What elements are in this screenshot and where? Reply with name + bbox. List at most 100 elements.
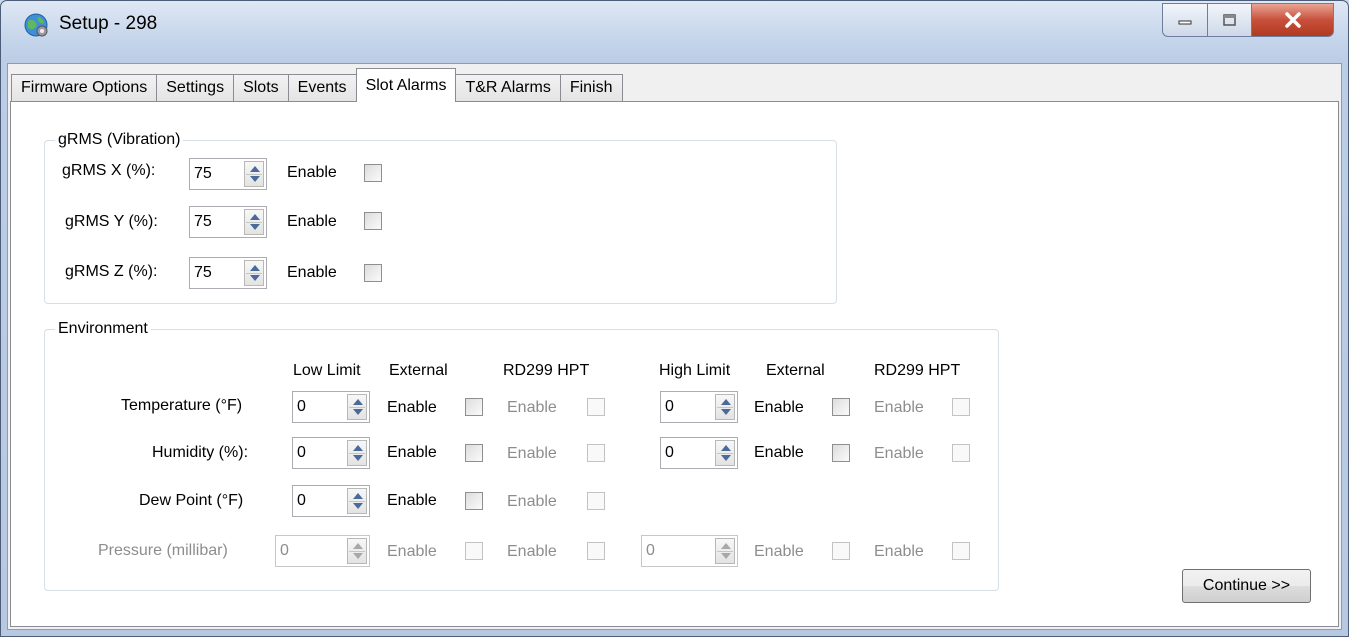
dew-point-low-spin-buttons[interactable] [347, 488, 367, 514]
grms-x-enable-label: Enable [287, 164, 337, 181]
humidity-rd299-low-checkbox[interactable] [587, 444, 605, 462]
grms-group: gRMS (Vibration) [44, 131, 837, 304]
tab-slot-alarms[interactable]: Slot Alarms [355, 68, 457, 102]
humidity-rd299-high-enable-label: Enable [874, 445, 924, 462]
humidity-rd299-low-enable-label: Enable [507, 445, 557, 462]
tab-firmware-options[interactable]: Firmware Options [11, 74, 157, 102]
temperature-rd299-low-enable-label: Enable [507, 399, 557, 416]
pressure-low-spin-buttons[interactable] [347, 538, 367, 564]
temperature-low-spin-buttons[interactable] [347, 394, 367, 420]
header-external-low: External [389, 362, 448, 379]
grms-x-spin-buttons[interactable] [244, 161, 264, 187]
grms-y-value[interactable]: 75 [194, 213, 212, 231]
grms-y-enable-label: Enable [287, 213, 337, 230]
humidity-low-spinner[interactable]: 0 [292, 437, 370, 469]
dew-point-low-spinner[interactable]: 0 [292, 485, 370, 517]
pressure-ext-high-checkbox[interactable] [832, 542, 850, 560]
grms-z-value[interactable]: 75 [194, 264, 212, 282]
temperature-rd299-low-checkbox[interactable] [587, 398, 605, 416]
grms-y-enable-checkbox[interactable] [364, 212, 382, 230]
minimize-icon [1178, 20, 1192, 25]
dew-point-ext-low-checkbox[interactable] [465, 492, 483, 510]
header-high-limit: High Limit [659, 362, 731, 379]
humidity-low-value[interactable]: 0 [297, 444, 306, 462]
close-button[interactable] [1252, 3, 1334, 37]
header-rd299-high: RD299 HPT [874, 362, 961, 379]
tab-settings[interactable]: Settings [156, 74, 234, 102]
setup-window: Setup - 298 Firmware Options Settings Sl… [0, 0, 1349, 637]
humidity-ext-high-checkbox[interactable] [832, 444, 850, 462]
pressure-rd299-high-enable-label: Enable [874, 543, 924, 560]
temperature-low-spinner[interactable]: 0 [292, 391, 370, 423]
grms-z-spin-buttons[interactable] [244, 260, 264, 286]
tab-finish[interactable]: Finish [559, 74, 623, 102]
grms-group-legend: gRMS (Vibration) [55, 131, 184, 149]
pressure-high-value[interactable]: 0 [646, 542, 655, 560]
pressure-ext-high-enable-label: Enable [754, 543, 804, 560]
humidity-ext-low-checkbox[interactable] [465, 444, 483, 462]
temperature-ext-high-enable-label: Enable [754, 399, 804, 416]
humidity-high-value[interactable]: 0 [665, 444, 674, 462]
grms-x-value[interactable]: 75 [194, 165, 212, 183]
environment-group-legend: Environment [55, 320, 151, 338]
app-globe-icon [24, 13, 48, 37]
client-area: Firmware Options Settings Slots Events S… [7, 63, 1342, 630]
humidity-high-spinner[interactable]: 0 [660, 437, 738, 469]
tab-tr-alarms[interactable]: T&R Alarms [456, 74, 560, 102]
temperature-high-spinner[interactable]: 0 [660, 391, 738, 423]
humidity-rd299-high-checkbox[interactable] [952, 444, 970, 462]
temperature-ext-high-checkbox[interactable] [832, 398, 850, 416]
grms-y-spinner[interactable]: 75 [189, 206, 267, 238]
grms-y-spin-buttons[interactable] [244, 209, 264, 235]
minimize-button[interactable] [1162, 3, 1208, 37]
pressure-low-spinner[interactable]: 0 [275, 535, 370, 567]
pressure-rd299-low-enable-label: Enable [507, 543, 557, 560]
humidity-label: Humidity (%): [152, 444, 249, 461]
pressure-ext-low-checkbox[interactable] [465, 542, 483, 560]
window-title: Setup - 298 [59, 13, 158, 34]
dew-point-ext-low-enable-label: Enable [387, 492, 437, 509]
humidity-low-spin-buttons[interactable] [347, 440, 367, 466]
pressure-rd299-low-checkbox[interactable] [587, 542, 605, 560]
header-rd299-low: RD299 HPT [503, 362, 590, 379]
temperature-high-spin-buttons[interactable] [715, 394, 735, 420]
dew-point-low-value[interactable]: 0 [297, 492, 306, 510]
maximize-button[interactable] [1208, 3, 1252, 37]
pressure-label: Pressure (millibar) [98, 542, 228, 559]
temperature-rd299-high-checkbox[interactable] [952, 398, 970, 416]
humidity-ext-high-enable-label: Enable [754, 444, 804, 461]
maximize-icon [1222, 14, 1236, 26]
pressure-ext-low-enable-label: Enable [387, 543, 437, 560]
tab-events[interactable]: Events [287, 74, 356, 102]
dew-point-label: Dew Point (°F) [139, 492, 244, 509]
pressure-rd299-high-checkbox[interactable] [952, 542, 970, 560]
dew-point-rd299-low-enable-label: Enable [507, 493, 557, 510]
temperature-high-value[interactable]: 0 [665, 398, 674, 416]
tab-slots[interactable]: Slots [233, 74, 288, 102]
temperature-label: Temperature (°F) [121, 397, 243, 414]
window-controls [1162, 3, 1334, 37]
humidity-high-spin-buttons[interactable] [715, 440, 735, 466]
grms-x-spinner[interactable]: 75 [189, 158, 267, 190]
temperature-ext-low-enable-label: Enable [387, 399, 437, 416]
continue-button[interactable]: Continue >> [1182, 569, 1311, 603]
slot-alarms-page: gRMS (Vibration) gRMS X (%): 75 Enable g… [10, 101, 1339, 627]
grms-y-label: gRMS Y (%): [65, 213, 158, 230]
pressure-high-spin-buttons[interactable] [715, 538, 735, 564]
title-bar[interactable]: Setup - 298 [1, 1, 1348, 57]
temperature-ext-low-checkbox[interactable] [465, 398, 483, 416]
grms-z-spinner[interactable]: 75 [189, 257, 267, 289]
grms-z-enable-label: Enable [287, 264, 337, 281]
temperature-low-value[interactable]: 0 [297, 398, 306, 416]
header-external-high: External [766, 362, 825, 379]
grms-z-label: gRMS Z (%): [65, 263, 158, 280]
header-low-limit: Low Limit [293, 362, 361, 379]
close-icon [1284, 12, 1301, 28]
grms-z-enable-checkbox[interactable] [364, 264, 382, 282]
grms-x-enable-checkbox[interactable] [364, 164, 382, 182]
pressure-high-spinner[interactable]: 0 [641, 535, 738, 567]
temperature-rd299-high-enable-label: Enable [874, 399, 924, 416]
dew-point-rd299-low-checkbox[interactable] [587, 492, 605, 510]
pressure-low-value[interactable]: 0 [280, 542, 289, 560]
grms-x-label: gRMS X (%): [62, 162, 156, 179]
